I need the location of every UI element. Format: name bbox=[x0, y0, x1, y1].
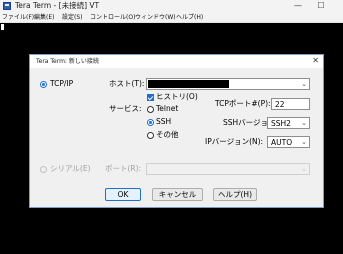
maximize-icon[interactable]: ☐ bbox=[310, 0, 332, 12]
menu-setup[interactable]: 設定(S) bbox=[62, 13, 83, 22]
host-label: ホスト(T): bbox=[109, 79, 145, 88]
help-button[interactable]: ヘルプ(H) bbox=[213, 188, 257, 201]
telnet-label: Telnet bbox=[156, 104, 179, 113]
menu-control[interactable]: コントロール(O) bbox=[90, 13, 135, 22]
history-checkbox[interactable] bbox=[147, 94, 154, 101]
menu-file[interactable]: ファイル(F) bbox=[2, 13, 34, 22]
ok-button[interactable]: OK bbox=[105, 188, 141, 201]
chevron-down-icon[interactable]: ⌄ bbox=[301, 164, 307, 174]
menu-help[interactable]: ヘルプ(H) bbox=[176, 13, 203, 22]
minimize-icon[interactable]: — bbox=[287, 0, 309, 12]
menu-window[interactable]: ウィンドウ(W) bbox=[135, 13, 176, 22]
ssh-version-select[interactable]: SSH2 ⌄ bbox=[267, 117, 310, 129]
dialog-title: Tera Term: 新しい接続 bbox=[36, 58, 99, 65]
port-label: ポート(R): bbox=[105, 164, 142, 173]
port-select[interactable]: ⌄ bbox=[146, 163, 310, 175]
ssh-version-value: SSH2 bbox=[271, 119, 291, 128]
tcp-port-input[interactable]: 22 bbox=[271, 98, 310, 110]
serial-label: シリアル(E) bbox=[50, 164, 91, 173]
ssh-label: SSH bbox=[156, 117, 172, 126]
menu-edit[interactable]: 編集(E) bbox=[34, 13, 54, 22]
tcp-port-label: TCPポート#(P): bbox=[215, 99, 271, 108]
telnet-radio[interactable] bbox=[147, 106, 154, 113]
terminal-cursor bbox=[1, 24, 4, 30]
teraterm-app-icon bbox=[3, 2, 11, 10]
tcp-port-value: 22 bbox=[275, 100, 285, 109]
serial-radio[interactable] bbox=[40, 166, 47, 173]
other-label: その他 bbox=[156, 130, 179, 139]
ip-version-label: IPバージョン(N): bbox=[205, 137, 264, 146]
window-titlebar[interactable]: Tera Term - [未接続] VT — ☐ bbox=[0, 0, 343, 12]
cancel-button[interactable]: キャンセル bbox=[152, 188, 203, 201]
chevron-down-icon[interactable]: ⌄ bbox=[301, 79, 307, 89]
tcpip-label: TCP/IP bbox=[50, 79, 74, 88]
history-label: ヒストリ(O) bbox=[156, 92, 198, 101]
ip-version-select[interactable]: AUTO ⌄ bbox=[267, 136, 310, 148]
window-title: Tera Term - [未接続] VT bbox=[15, 1, 100, 10]
chevron-down-icon[interactable]: ⌄ bbox=[301, 137, 307, 147]
ssh-radio[interactable] bbox=[147, 119, 154, 126]
menu-bar: ファイル(F) 編集(E) 設定(S) コントロール(O) ウィンドウ(W) ヘ… bbox=[0, 12, 343, 23]
close-icon[interactable]: ✕ bbox=[312, 56, 319, 66]
dialog-titlebar[interactable]: Tera Term: 新しい接続 ✕ bbox=[30, 55, 323, 68]
service-label: サービス: bbox=[109, 104, 142, 113]
host-combobox[interactable]: ⌄ bbox=[146, 78, 310, 90]
other-radio[interactable] bbox=[147, 132, 154, 139]
host-redacted-value bbox=[148, 80, 229, 88]
tcpip-radio[interactable] bbox=[40, 81, 47, 88]
new-connection-dialog: Tera Term: 新しい接続 ✕ TCP/IP ホスト(T): ⌄ ヒストリ… bbox=[29, 54, 324, 208]
ip-version-value: AUTO bbox=[271, 138, 293, 147]
chevron-down-icon[interactable]: ⌄ bbox=[301, 118, 307, 128]
